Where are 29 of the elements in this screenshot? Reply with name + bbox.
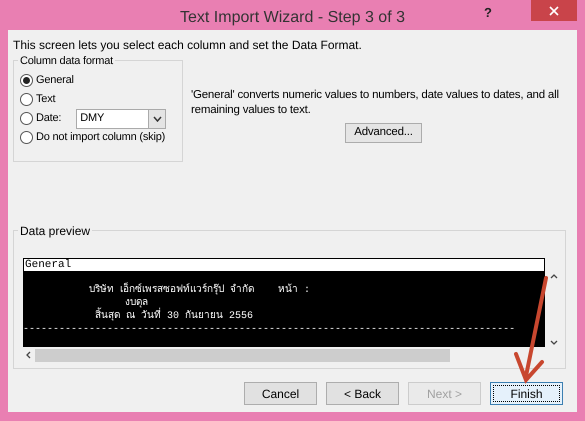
intro-text: This screen lets you select each column and set the Data Format. [13,37,363,54]
radio-button[interactable] [20,93,33,106]
preview-line: บริษัท เอ็กซ์เพรสซอฟท์แวร์กรุ๊ป จำกัด หน้า : [23,284,310,297]
date-format-dropdown[interactable]: DMY [76,108,166,128]
preview-line: ---------------------------------------------------------------------------------- [23,323,516,336]
window-title: Text Import Wizard - Step 3 of 3 [179,8,406,28]
dialog-button[interactable]: Finish [490,382,563,405]
chevron-down-icon [550,340,558,345]
chevron-down-icon [152,116,162,122]
chevron-left-icon [26,351,31,359]
radio-label: Date: [36,111,62,126]
radio-button[interactable] [20,74,33,87]
radio-button[interactable] [20,131,33,144]
preview-line: งบดุล [124,297,148,309]
radio-button[interactable] [20,112,33,125]
close-button[interactable] [531,0,577,21]
close-icon [549,6,559,16]
radio-label: General [36,73,74,88]
help-button[interactable]: ? [484,3,492,22]
radio-label: Do not import column (skip) [36,130,166,146]
dialog-button[interactable]: Cancel [244,382,317,405]
scrollbar-thumb[interactable] [35,348,450,362]
format-description: 'General' converts numeric values to numbers, date values to dates, and all remaining values to text. [191,88,560,118]
radio-label: Text [36,92,56,108]
dialog-button[interactable]: < Back [326,382,399,405]
column-header[interactable]: General [23,258,545,272]
advanced-button[interactable]: Advanced... [345,123,422,143]
chevron-up-icon [550,274,558,279]
preview-line: สิ้นสุด ณ วันที่ 30 กันยายน 2556 [23,310,254,323]
